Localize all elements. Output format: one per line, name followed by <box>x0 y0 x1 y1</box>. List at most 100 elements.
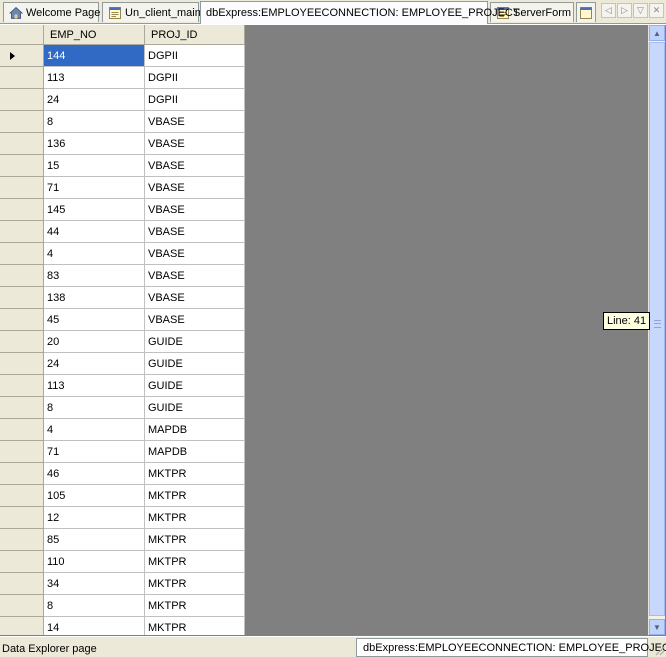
cell-proj-id[interactable]: VBASE <box>145 155 245 177</box>
table-row[interactable]: 20 GUIDE <box>0 331 245 353</box>
column-header-emp-no[interactable]: EMP_NO <box>44 25 145 45</box>
row-indicator[interactable] <box>0 155 44 177</box>
table-row[interactable]: 145 VBASE <box>0 199 245 221</box>
cell-proj-id[interactable]: MKTPR <box>145 617 245 635</box>
table-row[interactable]: 138 VBASE <box>0 287 245 309</box>
cell-proj-id[interactable]: MAPDB <box>145 419 245 441</box>
cell-emp-no[interactable]: 4 <box>44 243 145 265</box>
cell-emp-no[interactable]: 83 <box>44 265 145 287</box>
cell-emp-no[interactable]: 46 <box>44 463 145 485</box>
cell-emp-no[interactable]: 8 <box>44 397 145 419</box>
row-indicator[interactable] <box>0 309 44 331</box>
cell-proj-id[interactable]: MKTPR <box>145 551 245 573</box>
cell-proj-id[interactable]: MAPDB <box>145 441 245 463</box>
scroll-down-button[interactable]: ▼ <box>649 619 665 635</box>
tab-employee-project[interactable]: dbExpress:EMPLOYEECONNECTION: EMPLOYEE_P… <box>200 1 520 24</box>
row-indicator[interactable] <box>0 45 44 67</box>
cell-proj-id[interactable]: MKTPR <box>145 507 245 529</box>
table-row[interactable]: 24 DGPII <box>0 89 245 111</box>
row-indicator[interactable] <box>0 507 44 529</box>
table-row[interactable]: 8 VBASE <box>0 111 245 133</box>
cell-proj-id[interactable]: DGPII <box>145 45 245 67</box>
row-indicator[interactable] <box>0 485 44 507</box>
cell-emp-no[interactable]: 138 <box>44 287 145 309</box>
row-indicator[interactable] <box>0 177 44 199</box>
row-indicator[interactable] <box>0 617 44 635</box>
table-row[interactable]: 24 GUIDE <box>0 353 245 375</box>
table-row[interactable]: 71 VBASE <box>0 177 245 199</box>
cell-proj-id[interactable]: VBASE <box>145 199 245 221</box>
cell-emp-no[interactable]: 20 <box>44 331 145 353</box>
cell-emp-no[interactable]: 4 <box>44 419 145 441</box>
table-row[interactable]: 83 VBASE <box>0 265 245 287</box>
row-indicator[interactable] <box>0 573 44 595</box>
cell-emp-no[interactable]: 105 <box>44 485 145 507</box>
table-row[interactable]: 14 MKTPR <box>0 617 245 635</box>
table-row[interactable]: 15 VBASE <box>0 155 245 177</box>
cell-proj-id[interactable]: VBASE <box>145 221 245 243</box>
scroll-right-button[interactable]: ▷ <box>617 3 632 18</box>
table-row[interactable]: 45 VBASE <box>0 309 245 331</box>
table-row[interactable]: 85 MKTPR <box>0 529 245 551</box>
cell-proj-id[interactable]: VBASE <box>145 111 245 133</box>
tab-welcome-page[interactable]: Welcome Page <box>3 2 100 22</box>
cell-emp-no[interactable]: 14 <box>44 617 145 635</box>
row-indicator[interactable] <box>0 463 44 485</box>
cell-emp-no[interactable]: 110 <box>44 551 145 573</box>
row-indicator[interactable] <box>0 199 44 221</box>
cell-proj-id[interactable]: MKTPR <box>145 485 245 507</box>
cell-emp-no[interactable]: 71 <box>44 441 145 463</box>
table-row[interactable]: 46 MKTPR <box>0 463 245 485</box>
cell-emp-no[interactable]: 85 <box>44 529 145 551</box>
cell-emp-no[interactable]: 8 <box>44 111 145 133</box>
table-row[interactable]: 8 GUIDE <box>0 397 245 419</box>
row-indicator[interactable] <box>0 551 44 573</box>
row-indicator[interactable] <box>0 397 44 419</box>
data-grid[interactable]: EMP_NO PROJ_ID 144 DGPII 113 DGPII 24 DGPII 8 V… <box>0 25 245 635</box>
table-row[interactable]: 144 DGPII <box>0 45 245 67</box>
cell-proj-id[interactable]: DGPII <box>145 67 245 89</box>
cell-proj-id[interactable]: MKTPR <box>145 529 245 551</box>
cell-proj-id[interactable]: VBASE <box>145 309 245 331</box>
table-row[interactable]: 71 MAPDB <box>0 441 245 463</box>
scroll-left-button[interactable]: ◁ <box>601 3 616 18</box>
cell-proj-id[interactable]: MKTPR <box>145 463 245 485</box>
row-indicator[interactable] <box>0 595 44 617</box>
row-indicator[interactable] <box>0 221 44 243</box>
cell-emp-no[interactable]: 113 <box>44 67 145 89</box>
row-indicator[interactable] <box>0 111 44 133</box>
cell-emp-no[interactable]: 8 <box>44 595 145 617</box>
cell-emp-no[interactable]: 12 <box>44 507 145 529</box>
row-indicator[interactable] <box>0 89 44 111</box>
table-row[interactable]: 4 VBASE <box>0 243 245 265</box>
table-row[interactable]: 110 MKTPR <box>0 551 245 573</box>
row-indicator[interactable] <box>0 67 44 89</box>
cell-proj-id[interactable]: VBASE <box>145 133 245 155</box>
cell-proj-id[interactable]: GUIDE <box>145 375 245 397</box>
cell-proj-id[interactable]: MKTPR <box>145 595 245 617</box>
status-tab-employee-project[interactable]: dbExpress:EMPLOYEECONNECTION: EMPLOYEE_P… <box>356 638 666 657</box>
close-tab-button[interactable]: ✕ <box>649 3 664 18</box>
table-row[interactable]: 34 MKTPR <box>0 573 245 595</box>
cell-emp-no[interactable]: 44 <box>44 221 145 243</box>
table-row[interactable]: 105 MKTPR <box>0 485 245 507</box>
cell-emp-no[interactable]: 145 <box>44 199 145 221</box>
cell-emp-no[interactable]: 24 <box>44 89 145 111</box>
cell-emp-no[interactable]: 34 <box>44 573 145 595</box>
row-indicator[interactable] <box>0 133 44 155</box>
cell-proj-id[interactable]: GUIDE <box>145 397 245 419</box>
scroll-up-button[interactable]: ▲ <box>649 25 665 41</box>
resize-grip-icon[interactable] <box>653 644 665 656</box>
cell-emp-no[interactable]: 144 <box>44 45 145 67</box>
cell-emp-no[interactable]: 15 <box>44 155 145 177</box>
row-indicator[interactable] <box>0 331 44 353</box>
table-row[interactable]: 8 MKTPR <box>0 595 245 617</box>
cell-emp-no[interactable]: 113 <box>44 375 145 397</box>
cell-proj-id[interactable]: VBASE <box>145 287 245 309</box>
cell-emp-no[interactable]: 71 <box>44 177 145 199</box>
table-row[interactable]: 136 VBASE <box>0 133 245 155</box>
tab-overflow[interactable] <box>576 2 596 22</box>
row-indicator[interactable] <box>0 375 44 397</box>
cell-proj-id[interactable]: VBASE <box>145 265 245 287</box>
table-row[interactable]: 12 MKTPR <box>0 507 245 529</box>
